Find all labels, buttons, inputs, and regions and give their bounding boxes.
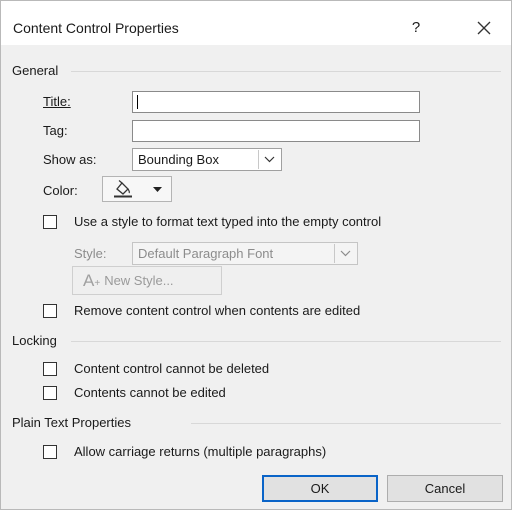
caret-down-icon [153,187,162,192]
title-input[interactable] [132,91,420,113]
cannot-edit-label: Contents cannot be edited [74,385,226,400]
tag-label: Tag: [43,123,68,138]
text-caret [137,95,138,109]
show-as-select[interactable]: Bounding Box [132,148,282,171]
plain-text-heading: Plain Text Properties [12,415,131,430]
ok-button[interactable]: OK [262,475,378,502]
help-button[interactable]: ? [404,16,428,40]
general-separator [71,71,501,72]
show-as-dropdown-button[interactable] [258,150,280,169]
remove-control-label: Remove content control when contents are… [74,303,361,318]
new-style-icon: A+ [83,270,101,290]
locking-separator [71,341,501,342]
cancel-button-label: Cancel [424,481,466,496]
cannot-edit-checkbox[interactable] [43,386,57,400]
paint-bucket-icon [114,180,132,198]
style-label: Style: [74,246,107,261]
cannot-delete-checkbox[interactable] [43,362,57,376]
remove-control-checkbox[interactable] [43,304,57,318]
general-heading: General [12,63,59,78]
chevron-down-icon [340,250,351,257]
dialog-title: Content Control Properties [13,20,179,36]
ok-button-label: OK [310,481,330,496]
use-style-checkbox[interactable] [43,215,57,229]
chevron-down-icon [264,156,275,163]
close-button[interactable] [471,15,497,41]
allow-returns-checkbox[interactable] [43,445,57,459]
close-icon [477,21,491,35]
title-label: Title: [43,94,71,109]
style-select[interactable]: Default Paragraph Font [132,242,358,265]
show-as-label: Show as: [43,152,97,167]
new-style-label: New Style... [104,273,174,288]
allow-returns-label: Allow carriage returns (multiple paragra… [74,444,327,459]
cancel-button[interactable]: Cancel [387,475,503,502]
content-control-properties-dialog: Content Control Properties ? General Tit… [0,0,512,510]
style-value: Default Paragraph Font [138,246,274,261]
help-icon: ? [411,19,421,36]
color-picker-button[interactable] [102,176,172,202]
use-style-label: Use a style to format text typed into th… [74,214,382,229]
title-bar: Content Control Properties ? [1,1,511,45]
style-dropdown-button[interactable] [334,244,356,263]
show-as-value: Bounding Box [138,152,219,167]
title-label-text: Title: [43,94,71,109]
cannot-delete-label: Content control cannot be deleted [74,361,270,376]
plain-text-separator [191,423,501,424]
new-style-button[interactable]: A+ New Style... [72,266,222,295]
color-label: Color: [43,183,78,198]
tag-input[interactable] [132,120,420,142]
locking-heading: Locking [12,333,57,348]
